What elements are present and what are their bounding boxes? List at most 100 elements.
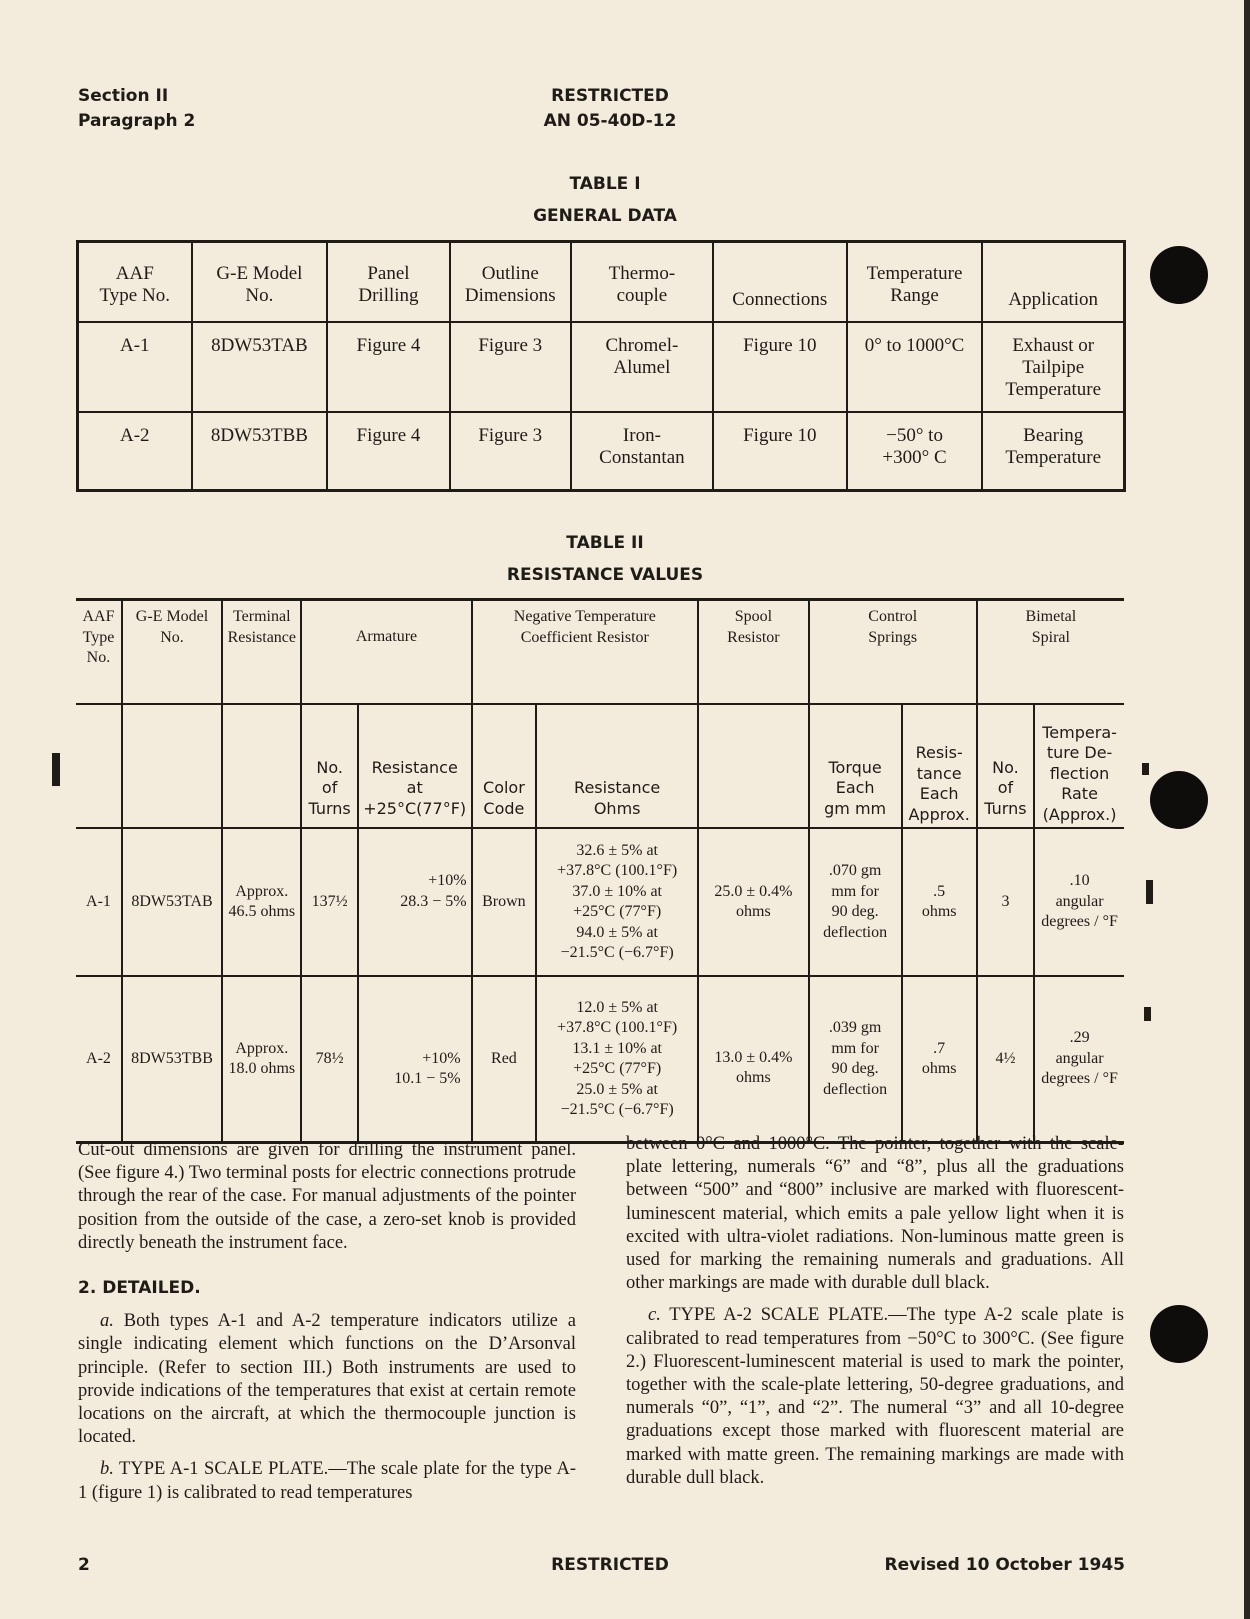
- column-header-type: AAF Type No.: [76, 598, 123, 705]
- column-group-bimetal-spiral: Bimetal Spiral: [975, 598, 1124, 705]
- table-row: A-2 8DW53TBB Figure 4 Figure 3 Iron- Cons…: [76, 411, 1126, 491]
- paragraph-c: c. TYPE A-2 SCALE PLATE.—The type A-2 sc…: [626, 1305, 1124, 1488]
- cell-spring-resistance: .5 ohms: [900, 827, 978, 977]
- cell-outline: Figure 3: [448, 321, 572, 413]
- paragraph-a: a. Both types A-1 and A-2 temperature in…: [78, 1311, 576, 1448]
- section-label: Section II: [78, 86, 169, 106]
- registration-mark: [52, 753, 60, 786]
- table1-number: TABLE I: [569, 174, 641, 194]
- empty-cell: [221, 703, 303, 829]
- cell-application: Bearing Temperature: [981, 411, 1126, 491]
- empty-cell: [120, 703, 224, 829]
- cell-terminal-resistance: Approx. 18.0 ohms: [221, 975, 303, 1144]
- section-heading: 2. DETAILED.: [78, 1278, 201, 1299]
- punch-hole-top: [1150, 246, 1208, 304]
- page-edge: [1244, 0, 1250, 1619]
- column-header: AAF Type No.: [76, 240, 193, 323]
- table-row: A-1 8DW53TAB Approx. 46.5 ohms 137½ +10% …: [76, 827, 1124, 977]
- cell-armature-resistance: +10% 28.3 − 5%: [356, 827, 473, 977]
- cell-type: A-2: [76, 975, 123, 1144]
- cell-connections: Figure 10: [711, 321, 848, 413]
- empty-cell: [76, 703, 123, 829]
- column-header-terminal: Terminal Resistance: [221, 598, 303, 705]
- cell-panel: Figure 4: [326, 321, 451, 413]
- column-header-armature-turns: No. of Turns: [300, 703, 359, 829]
- cell-ntc-resistance-ohms: 12.0 ± 5% at +37.8°C (100.1°F) 13.1 ± 10%…: [535, 975, 700, 1144]
- paragraph-b: b. TYPE A-1 SCALE PLATE.—The scale plate…: [78, 1459, 577, 1503]
- column-header-spool: Spool Resistor: [697, 598, 810, 705]
- cell-range: −50° to +300° C: [845, 411, 984, 491]
- cell-outline: Figure 3: [448, 411, 572, 491]
- paragraph-label: Paragraph 2: [78, 111, 196, 131]
- revision-date: Revised 10 October 1945: [884, 1555, 1126, 1575]
- resistance-values-table: AAF Type No. G-E Model No. Terminal Resistan…: [76, 598, 1124, 1144]
- cell-color-code: Brown: [470, 827, 538, 977]
- cell-armature-turns: 78½: [300, 975, 359, 1144]
- column-header-deflection-rate: Tempera-ture De-flection Rate (Approx.): [1033, 703, 1124, 829]
- cell-thermocouple: Chromel- Alumel: [569, 321, 714, 413]
- column-header: Temperature Range: [845, 240, 984, 323]
- column-header-model: G-E Model No.: [120, 598, 224, 705]
- cell-spool-resistor: 13.0 ± 0.4% ohms: [697, 975, 810, 1144]
- column-header-torque: Torque Each gm mm: [807, 703, 903, 829]
- cell-thermocouple: Iron- Constantan: [569, 411, 714, 491]
- running-header-center: RESTRICTED AN 05-40D-12: [495, 84, 725, 134]
- table-header-row: AAF Type No. G-E Model No. Panel Drilling O…: [76, 240, 1126, 323]
- running-header-left: Section II Paragraph 2: [78, 84, 195, 134]
- classification-marking: RESTRICTED: [551, 86, 669, 106]
- cell-panel: Figure 4: [326, 411, 451, 491]
- page-number: 2: [78, 1555, 90, 1575]
- punch-hole-middle: [1150, 771, 1208, 829]
- table-group-header-row: AAF Type No. G-E Model No. Terminal Resistan…: [76, 598, 1124, 705]
- cell-armature-resistance: +10% 10.1 − 5%: [356, 975, 473, 1144]
- table-sub-header-row: No. of Turns Resistance at +25°C(77°F) Color…: [76, 703, 1124, 829]
- column-header-color-code: Color Code: [470, 703, 538, 829]
- column-header-armature-resistance: Resistance at +25°C(77°F): [356, 703, 473, 829]
- column-header: Connections: [711, 240, 848, 323]
- cell-deflection-rate: .29 angular degrees / °F: [1033, 975, 1124, 1144]
- cell-type: A-1: [76, 321, 193, 413]
- column-header: Thermo-couple: [569, 240, 714, 323]
- cell-armature-turns: 137½: [300, 827, 359, 977]
- cell-application: Exhaust or Tailpipe Temperature: [981, 321, 1126, 413]
- column-header-spring-resistance: Resis-tance Each Approx.: [900, 703, 978, 829]
- cell-type: A-1: [76, 827, 123, 977]
- cell-torque: .070 gm mm for 90 deg. deflection: [807, 827, 903, 977]
- column-header: Outline Dimensions: [448, 240, 572, 323]
- column-group-armature: Armature: [300, 598, 473, 705]
- cell-terminal-resistance: Approx. 46.5 ohms: [221, 827, 303, 977]
- registration-mark: [1146, 880, 1153, 904]
- left-column: Cut-out dimensions are given for drillin…: [78, 1139, 576, 1514]
- cell-model: 8DW53TBB: [120, 975, 224, 1144]
- cell-range: 0° to 1000°C: [845, 321, 984, 413]
- column-header-resistance-ohms: Resistance Ohms: [535, 703, 700, 829]
- cell-bimetal-turns: 4½: [975, 975, 1036, 1144]
- table-row: A-1 8DW53TAB Figure 4 Figure 3 Chromel- A…: [76, 321, 1126, 413]
- paragraph-b-continued: between 0°C and 1000°C. The pointer, tog…: [626, 1134, 1124, 1294]
- column-header: Panel Drilling: [326, 240, 451, 323]
- footer-classification: RESTRICTED: [551, 1555, 669, 1575]
- right-column: between 0°C and 1000°C. The pointer, tog…: [626, 1133, 1124, 1499]
- cell-model: 8DW53TAB: [190, 321, 329, 413]
- column-group-ntc-resistor: Negative Temperature Coefficient Resistor: [470, 598, 700, 705]
- cell-ntc-resistance-ohms: 32.6 ± 5% at +37.8°C (100.1°F) 37.0 ± 10%…: [535, 827, 700, 977]
- cell-connections: Figure 10: [711, 411, 848, 491]
- cell-model: 8DW53TAB: [120, 827, 224, 977]
- column-header: Application: [981, 240, 1126, 323]
- document-number: AN 05-40D-12: [543, 111, 677, 131]
- cell-type: A-2: [76, 411, 193, 491]
- column-group-control-springs: Control Springs: [807, 598, 978, 705]
- empty-cell: [697, 703, 810, 829]
- cell-deflection-rate: .10 angular degrees / °F: [1033, 827, 1124, 977]
- table1-title: GENERAL DATA: [533, 206, 677, 226]
- cell-model: 8DW53TBB: [190, 411, 329, 491]
- cell-spring-resistance: .7 ohms: [900, 975, 978, 1144]
- cell-torque: .039 gm mm for 90 deg. deflection: [807, 975, 903, 1144]
- punch-hole-bottom: [1150, 1305, 1208, 1363]
- cell-color-code: Red: [470, 975, 538, 1144]
- cell-spool-resistor: 25.0 ± 0.4% ohms: [697, 827, 810, 977]
- column-header: G-E Model No.: [190, 240, 329, 323]
- cell-bimetal-turns: 3: [975, 827, 1036, 977]
- general-data-table: AAF Type No. G-E Model No. Panel Drilling O…: [76, 240, 1126, 492]
- table-row: A-2 8DW53TBB Approx. 18.0 ohms 78½ +10% 1…: [76, 975, 1124, 1144]
